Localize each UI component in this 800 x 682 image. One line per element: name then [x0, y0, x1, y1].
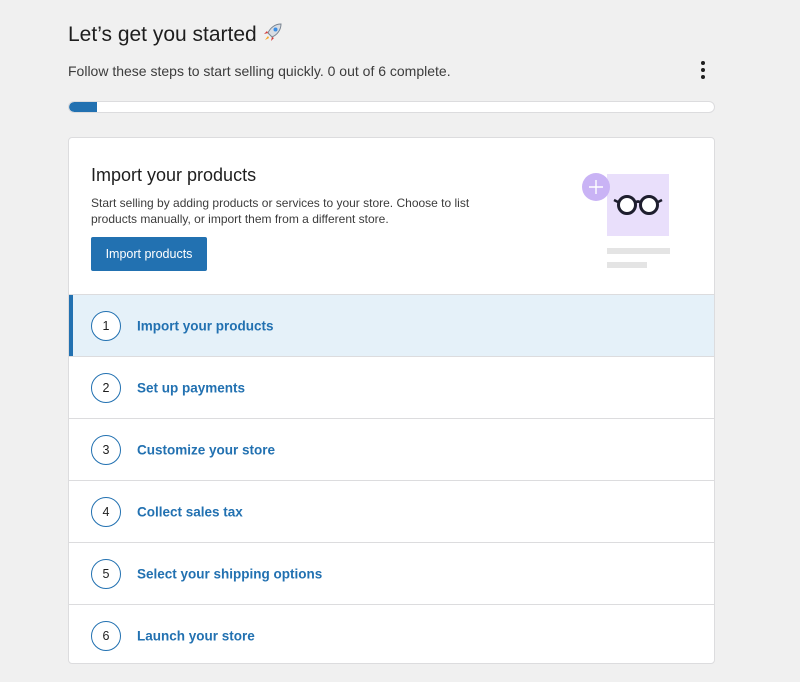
step-label: Import your products — [137, 318, 274, 333]
task-steps-list: 1 Import your products 2 Set up payments… — [69, 295, 714, 663]
import-products-button[interactable]: Import products — [91, 237, 207, 271]
kebab-dot — [701, 75, 705, 79]
step-number-badge: 1 — [91, 310, 121, 341]
step-number-badge: 3 — [91, 434, 121, 465]
task-step-sales-tax[interactable]: 4 Collect sales tax — [69, 481, 714, 543]
task-step-shipping[interactable]: 5 Select your shipping options — [69, 543, 714, 605]
step-label: Select your shipping options — [137, 566, 323, 581]
task-step-payments[interactable]: 2 Set up payments — [69, 357, 714, 419]
step-number-badge: 6 — [91, 621, 121, 651]
step-number-badge: 5 — [91, 558, 121, 589]
rocket-icon — [263, 23, 282, 41]
page-title: Let’s get you started — [68, 22, 285, 47]
task-step-launch-store[interactable]: 6 Launch your store — [69, 605, 714, 663]
step-label: Set up payments — [137, 380, 246, 395]
task-step-customize-store[interactable]: 3 Customize your store — [69, 419, 714, 481]
setup-task-card: Import your products Start selling by ad… — [68, 137, 715, 664]
progress-bar — [68, 101, 715, 113]
step-label: Launch your store — [137, 628, 255, 644]
step-number-badge: 4 — [91, 496, 121, 527]
task-step-import-products[interactable]: 1 Import your products — [69, 295, 714, 357]
step-number-badge: 2 — [91, 372, 121, 403]
kebab-dot — [701, 61, 705, 65]
progress-bar-fill — [69, 102, 97, 112]
page-title-text: Let’s get you started — [68, 23, 257, 46]
page-subtitle: Follow these steps to start selling quic… — [68, 63, 451, 79]
glasses-product-icon — [582, 173, 670, 268]
step-label: Collect sales tax — [137, 504, 243, 519]
hero-title: Import your products — [91, 165, 257, 185]
active-task-hero: Import your products Start selling by ad… — [69, 138, 714, 295]
kebab-menu-icon[interactable] — [693, 58, 713, 82]
hero-description: Start selling by adding products or serv… — [91, 196, 470, 226]
step-label: Customize your store — [137, 442, 276, 457]
kebab-dot — [701, 68, 705, 72]
